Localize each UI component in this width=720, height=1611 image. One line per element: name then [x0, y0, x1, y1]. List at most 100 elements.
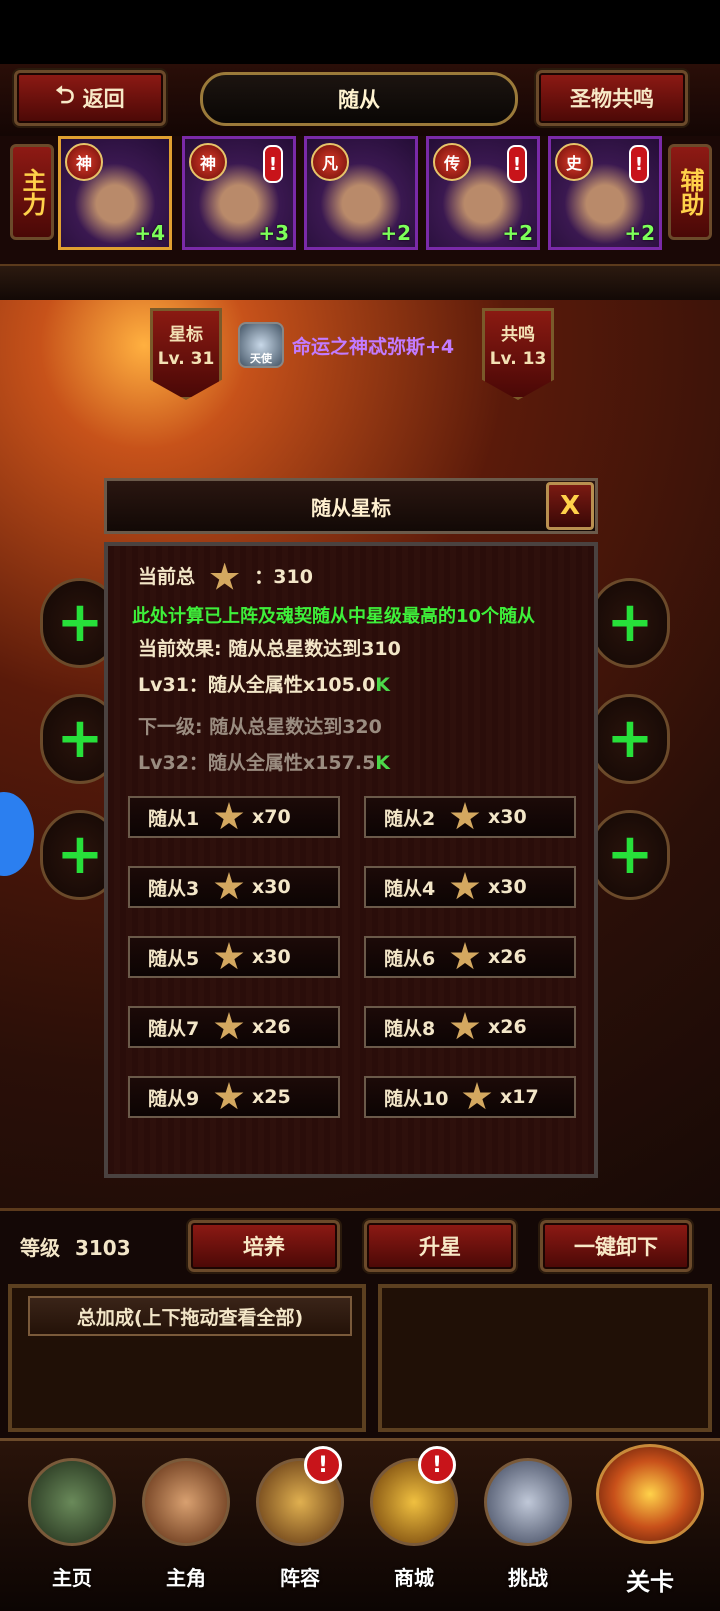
tab-main[interactable]: 主力 [10, 144, 54, 240]
hero-card[interactable]: 传 ! +2 [426, 136, 540, 250]
stage-emblem-icon [596, 1444, 704, 1544]
hero-card[interactable]: 凡 +2 [304, 136, 418, 250]
train-button[interactable]: 培养 [188, 1220, 340, 1272]
nav-stage[interactable]: 关卡 [590, 1444, 710, 1598]
star-marker-level: Lv. 31 [157, 349, 215, 369]
follower-slot: 随从3 x30 [128, 866, 340, 908]
follower-slot: 随从6 x26 [364, 936, 576, 978]
slot-name: 随从1 [148, 807, 200, 830]
star-icon [450, 802, 480, 830]
slot-count: x70 [252, 806, 291, 828]
status-bar [0, 0, 720, 64]
hero-plus-level: +2 [380, 221, 411, 245]
castle-icon [28, 1458, 116, 1546]
ornate-divider [0, 264, 720, 304]
skill-line: 天使 命运之神忒弥斯+4 [238, 322, 454, 368]
total-label: 当前总 [138, 566, 196, 588]
relic-resonance-button[interactable]: 圣物共鸣 [536, 70, 688, 126]
slot-name: 随从8 [384, 1017, 436, 1040]
nav-hero[interactable]: 主角 [134, 1458, 238, 1598]
tab-assist[interactable]: 辅助 [668, 144, 712, 240]
follower-slot: 随从10 x17 [364, 1076, 576, 1118]
rank-badge-icon: 传 [433, 143, 471, 181]
nav-formation-label: 阵容 [280, 1566, 320, 1590]
slot-count: x30 [252, 876, 291, 898]
slot-name: 随从3 [148, 877, 200, 900]
rank-badge-icon: 神 [189, 143, 227, 181]
current-level-effect-text: Lv31：随从全属性x105.0 [138, 674, 376, 696]
hero-plus-level: +4 [134, 221, 165, 245]
star-marker-label: 星标 [169, 325, 203, 345]
slot-count: x26 [488, 1016, 527, 1038]
hero-portrait-icon [142, 1458, 230, 1546]
current-level-unit: K [375, 674, 391, 696]
nav-challenge-label: 挑战 [508, 1566, 548, 1590]
nav-formation[interactable]: ! 阵容 [248, 1446, 352, 1598]
next-level-unit: K [375, 752, 391, 774]
follower-slot: 随从5 x30 [128, 936, 340, 978]
total-value: ：310 [254, 566, 313, 588]
hero-plus-level: +3 [258, 221, 289, 245]
slot-name: 随从10 [384, 1087, 449, 1110]
follower-slot: 随从2 x30 [364, 796, 576, 838]
star-icon [214, 942, 244, 970]
tab-main-label: 主力 [18, 168, 46, 216]
unequip-all-button[interactable]: 一键卸下 [540, 1220, 692, 1272]
follower-slot: 随从1 x70 [128, 796, 340, 838]
page-title: 随从 [200, 72, 518, 126]
detail-panel[interactable] [378, 1284, 712, 1432]
angel-icon-label: 天使 [250, 352, 272, 365]
rank-badge-icon: 凡 [311, 143, 349, 181]
back-button[interactable]: ⮌ 返回 [14, 70, 166, 126]
alert-icon: ! [263, 145, 283, 183]
rank-badge-icon: 神 [65, 143, 103, 181]
hero-plus-level: +2 [624, 221, 655, 245]
next-level-effect: Lv32：随从全属性x157.5K [138, 748, 390, 775]
back-label: 返回 [82, 87, 125, 111]
nav-shop[interactable]: ! 商城 [362, 1446, 466, 1598]
back-arrow-icon: ⮌ [55, 80, 75, 109]
nav-hero-label: 主角 [166, 1566, 206, 1590]
follower-slot: 随从8 x26 [364, 1006, 576, 1048]
modal-title: 随从星标 [104, 478, 598, 534]
alert-icon: ! [507, 145, 527, 183]
equip-slot-plus-icon[interactable]: + [590, 810, 670, 900]
skill-name: 命运之神忒弥斯+4 [292, 335, 455, 358]
level-label: 等级 [20, 1236, 60, 1260]
bonus-panel-header: 总加成(上下拖动查看全部) [28, 1296, 352, 1336]
star-icon [210, 562, 240, 590]
current-effect: 当前效果: 随从总星数达到310 [138, 638, 401, 660]
slot-name: 随从6 [384, 947, 436, 970]
calc-note: 此处计算已上阵及魂契随从中星级最高的10个随从 [132, 606, 536, 627]
slot-count: x26 [488, 946, 527, 968]
slot-count: x25 [252, 1086, 291, 1108]
hero-card[interactable]: 神 ! +3 [182, 136, 296, 250]
star-icon [214, 1012, 244, 1040]
rank-badge-icon: 史 [555, 143, 593, 181]
angel-icon: 天使 [238, 322, 284, 368]
alert-icon: ! [629, 145, 649, 183]
hero-plus-level: +2 [502, 221, 533, 245]
equip-slot-plus-icon[interactable]: + [590, 578, 670, 668]
nav-home[interactable]: 主页 [20, 1458, 124, 1598]
alert-icon: ! [418, 1446, 456, 1484]
crossed-axes-icon [484, 1458, 572, 1546]
follower-slot: 随从7 x26 [128, 1006, 340, 1048]
close-button[interactable]: X [546, 482, 594, 530]
slot-count: x26 [252, 1016, 291, 1038]
nav-challenge[interactable]: 挑战 [476, 1458, 580, 1598]
hero-card[interactable]: 史 ! +2 [548, 136, 662, 250]
equip-slot-plus-icon[interactable]: + [590, 694, 670, 784]
follower-slot: 随从4 x30 [364, 866, 576, 908]
slot-count: x17 [500, 1086, 539, 1108]
slot-name: 随从7 [148, 1017, 200, 1040]
slot-name: 随从4 [384, 877, 436, 900]
star-icon [214, 872, 244, 900]
nav-shop-label: 商城 [394, 1566, 434, 1590]
star-icon [450, 872, 480, 900]
nav-stage-label: 关卡 [626, 1568, 674, 1596]
star-up-button[interactable]: 升星 [364, 1220, 516, 1272]
star-icon [214, 1082, 244, 1110]
star-icon [462, 1082, 492, 1110]
hero-card[interactable]: 神 +4 [58, 136, 172, 250]
